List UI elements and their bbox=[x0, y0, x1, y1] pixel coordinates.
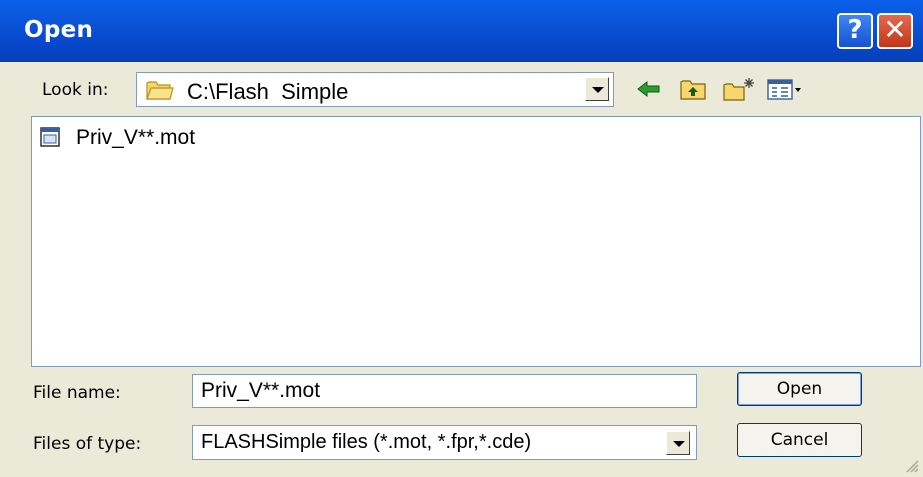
file-name: Priv_V**.mot bbox=[76, 126, 196, 149]
look-in-combo[interactable]: C:\Flash Simple bbox=[136, 72, 614, 107]
folder-icon bbox=[146, 81, 174, 100]
view-menu-icon[interactable] bbox=[766, 76, 804, 102]
create-new-folder-icon[interactable] bbox=[722, 76, 756, 102]
up-one-level-icon[interactable] bbox=[679, 76, 707, 102]
look-in-label: Look in: bbox=[42, 80, 109, 100]
file-list[interactable]: Priv_V**.mot bbox=[31, 116, 921, 367]
cancel-button[interactable]: Cancel bbox=[737, 423, 862, 457]
file-name-value: Priv_V**.mot bbox=[201, 379, 321, 402]
file-type-dropdown-button[interactable] bbox=[666, 431, 690, 455]
window-title: Open bbox=[24, 17, 94, 43]
title-bar[interactable]: Open ? ✕ bbox=[0, 0, 923, 62]
close-button[interactable]: ✕ bbox=[877, 13, 913, 49]
resize-grip-icon[interactable] bbox=[903, 457, 919, 473]
file-type-label: Files of type: bbox=[33, 434, 142, 454]
help-button[interactable]: ? bbox=[837, 13, 873, 49]
open-dialog: Open ? ✕ Look in: C:\Flash Simple Priv_V… bbox=[0, 0, 923, 477]
file-name-field[interactable]: Priv_V**.mot bbox=[192, 374, 697, 408]
file-type-combo[interactable]: FLASHSimple files (*.mot, *.fpr,*.cde) bbox=[192, 425, 697, 460]
file-type-value: FLASHSimple files (*.mot, *.fpr,*.cde) bbox=[201, 431, 532, 453]
look-in-dropdown-button[interactable] bbox=[585, 77, 609, 101]
chevron-down-icon bbox=[673, 441, 685, 447]
open-button[interactable]: Open bbox=[737, 372, 862, 406]
file-icon bbox=[40, 127, 60, 147]
back-arrow-icon[interactable] bbox=[636, 76, 662, 102]
look-in-value: C:\Flash Simple bbox=[187, 79, 349, 104]
chevron-down-icon bbox=[592, 87, 604, 93]
file-name-label: File name: bbox=[33, 383, 121, 403]
